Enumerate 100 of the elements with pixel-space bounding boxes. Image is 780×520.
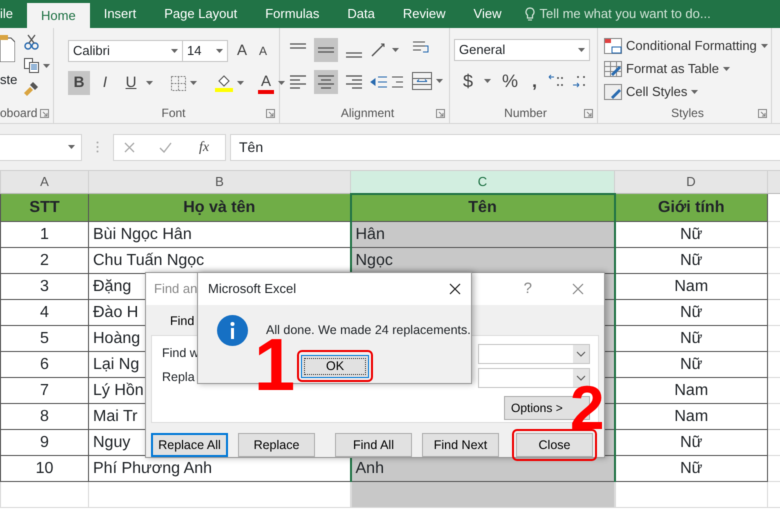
caret-icon[interactable] [68,145,75,149]
table-cell: Hân [350,222,614,248]
dialog-button[interactable]: Replace All [151,433,228,458]
font-name-field[interactable]: Calibri [68,40,183,62]
ribbon-tab[interactable]: Insert [90,0,150,28]
comma-button[interactable]: , [529,69,540,93]
table-cell: Nam [614,274,768,300]
format-toggle-button[interactable]: U [120,71,142,95]
styles-menu-button[interactable]: Cell Styles [604,80,768,103]
grow-font-button[interactable]: A [234,39,250,63]
table-cell: Ngọc [350,248,614,274]
information-icon [217,315,248,346]
percent-button[interactable]: % [499,69,522,93]
grip-icon [96,141,99,153]
lightbulb-icon[interactable] [525,6,536,22]
column-header[interactable]: A [0,170,88,194]
font-size-field[interactable]: 14 [183,40,228,62]
caret-icon[interactable] [392,48,399,52]
chevron-down-icon[interactable] [573,344,589,363]
table-cell: Nữ [614,456,768,482]
caret-icon[interactable] [760,44,768,48]
align-left-icon[interactable] [289,73,307,91]
group-label: Alignment [340,105,394,122]
ribbon-tab[interactable]: View [460,0,516,28]
scissors-icon[interactable] [24,34,39,50]
dialog-title: Microsoft Excel [208,280,296,298]
caret-icon[interactable] [216,49,223,53]
dialog-button[interactable]: Replace [238,433,315,458]
caret-icon[interactable] [237,81,244,85]
table-cell: 10 [0,456,88,482]
insert-function-button[interactable]: fx [196,135,212,159]
close-icon[interactable] [449,283,461,295]
dialog-launcher-icon[interactable] [758,109,767,118]
tell-me-text[interactable]: Tell me what you want to do... [539,4,711,24]
caret-icon[interactable] [278,81,286,85]
caret-icon[interactable] [436,79,443,83]
caret-icon[interactable] [171,49,178,53]
caret-icon[interactable] [691,90,698,94]
caret-icon[interactable] [722,66,730,70]
borders-icon[interactable] [171,76,186,90]
dialog-launcher-icon[interactable] [266,109,275,118]
header-cell: Họ và tên [88,194,350,222]
table-cell: Nữ [614,352,768,378]
combo-field[interactable] [478,344,590,364]
number-format-value: General [459,41,506,60]
styles-menu-button[interactable]: Format as Table [604,57,768,80]
dialog-launcher-icon[interactable] [436,109,445,118]
dialog-button[interactable]: Close [516,433,593,458]
format-toggle-button[interactable]: B [68,71,90,95]
currency-button[interactable]: $ [460,69,476,93]
caret-icon[interactable] [43,64,50,68]
table-cell: 2 [0,248,88,274]
dialog-button[interactable]: Find All [335,433,412,458]
ribbon-tab[interactable]: Review [388,0,460,28]
caret-icon[interactable] [146,81,153,85]
increase-decimal-icon[interactable] [548,73,564,89]
table-cell: 4 [0,300,88,326]
formula-field[interactable]: Tên [230,134,780,160]
ribbon-tab[interactable]: Page Layout [150,0,252,28]
help-button[interactable]: ? [524,278,532,300]
cell-styles-icon[interactable] [604,84,622,100]
table-cell: 3 [0,274,88,300]
table-format-icon[interactable] [604,60,622,76]
caret-icon[interactable] [484,79,492,83]
ok-button[interactable]: OK [301,354,369,378]
check-icon[interactable] [159,142,172,152]
column-header[interactable]: C [350,170,614,194]
group-label: oboard [0,105,38,122]
header-cell: Tên [350,194,614,222]
ribbon-tab[interactable]: Formulas [251,0,334,28]
column-header[interactable]: D [614,170,768,194]
paste-label[interactable]: ste [0,70,18,90]
table-cell: Nam [614,378,768,404]
ribbon-tab[interactable]: Home [27,3,90,28]
header-cell: Giới tính [614,194,768,222]
copy-icon[interactable] [24,58,39,73]
format-toggle-button[interactable]: I [94,71,116,95]
column-header[interactable]: B [88,170,350,194]
chevron-down-icon[interactable] [573,368,589,387]
table-cell: Nữ [614,222,768,248]
caret-icon[interactable] [190,81,197,85]
number-format-field[interactable]: General [454,39,590,61]
paintbrush-icon[interactable] [24,81,39,96]
align-right-icon[interactable] [345,73,363,91]
header-cell: STT [0,194,88,222]
shrink-font-button[interactable]: A [256,39,270,63]
merge-cells-icon[interactable] [412,72,432,90]
ribbon-tab[interactable]: Data [333,0,389,28]
ribbon-tab[interactable]: ile [0,0,28,28]
conditional-format-icon[interactable] [604,38,622,54]
styles-menu-button[interactable]: Conditional Formatting [604,34,768,57]
dialog-launcher-icon[interactable] [584,109,593,118]
caret-icon[interactable] [578,48,585,52]
align-center-icon[interactable] [317,73,335,91]
indent-icon[interactable] [370,75,404,89]
paste-icon[interactable] [0,34,15,62]
dialog-button[interactable]: Find Next [422,433,499,458]
fill-color-icon[interactable] [215,74,233,92]
dialog-launcher-icon[interactable] [40,109,49,118]
font-color-button[interactable]: A [258,72,274,94]
